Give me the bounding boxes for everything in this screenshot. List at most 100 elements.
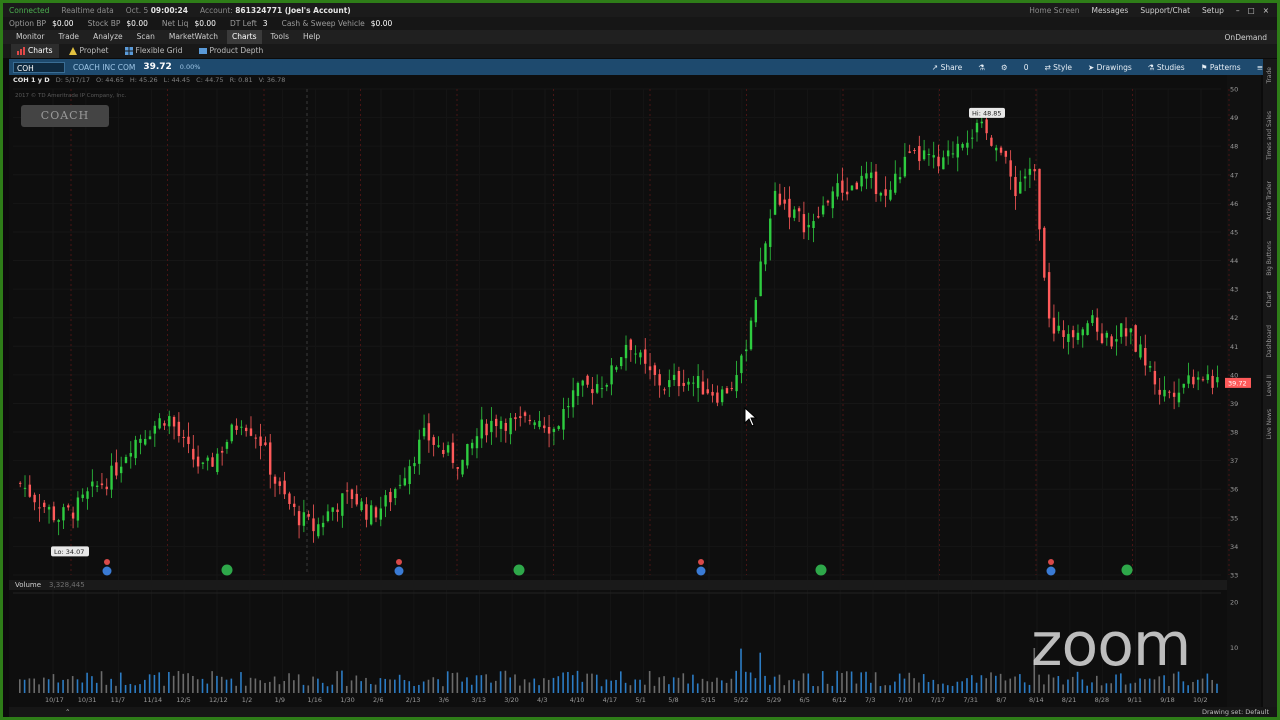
volume-bar bbox=[23, 679, 26, 693]
drawing-set[interactable]: Drawing set: Default bbox=[1202, 708, 1269, 716]
sidebar-live-news[interactable]: Live News bbox=[1266, 409, 1273, 439]
home-screen-link[interactable]: Home Screen bbox=[1029, 6, 1079, 15]
x-tick-label: 6/12 bbox=[832, 696, 847, 704]
volume-bar bbox=[870, 682, 872, 693]
volume-bar bbox=[668, 684, 670, 693]
volume-bar bbox=[970, 675, 973, 693]
sidebar-chart[interactable]: Chart bbox=[1266, 291, 1273, 308]
candle-body bbox=[865, 173, 868, 179]
studies-button[interactable]: ⚗ Studies bbox=[1148, 63, 1185, 72]
volume-bar bbox=[797, 680, 800, 693]
candle-body bbox=[490, 420, 493, 433]
volume-bar bbox=[297, 674, 300, 693]
drawings-button[interactable]: ➤ Drawings bbox=[1088, 63, 1132, 72]
sidebar-active-trader[interactable]: Active Trader bbox=[1266, 181, 1273, 220]
flask-icon[interactable]: ⚗ bbox=[978, 63, 985, 72]
tab-prophet[interactable]: Prophet bbox=[63, 44, 115, 58]
volume-bar bbox=[456, 672, 459, 693]
patterns-button[interactable]: ⚑ Patterns bbox=[1201, 63, 1241, 72]
menu-scan[interactable]: Scan bbox=[132, 30, 160, 44]
menu-help[interactable]: Help bbox=[298, 30, 325, 44]
candle-body bbox=[312, 518, 315, 532]
symbol-input[interactable]: COH bbox=[13, 61, 65, 73]
volume-bar bbox=[793, 679, 795, 693]
candle-body bbox=[523, 412, 527, 416]
candle-body bbox=[543, 425, 546, 429]
candle-body bbox=[644, 349, 647, 364]
tab-charts[interactable]: Charts bbox=[11, 44, 59, 58]
volume-bar bbox=[937, 684, 939, 693]
candle-body bbox=[624, 344, 628, 359]
sidebar-trade[interactable]: Trade bbox=[1266, 67, 1273, 83]
messages-button[interactable]: Messages bbox=[1092, 6, 1129, 15]
close-icon[interactable]: × bbox=[1263, 6, 1269, 15]
tab-product-depth[interactable]: Product Depth bbox=[193, 44, 270, 58]
sidebar-big-buttons[interactable]: Big Buttons bbox=[1266, 241, 1273, 276]
candle-body bbox=[528, 419, 532, 422]
menu-monitor[interactable]: Monitor bbox=[11, 30, 50, 44]
support-chat-button[interactable]: Support/Chat bbox=[1140, 6, 1190, 15]
y-tick-label: 41 bbox=[1230, 343, 1238, 351]
x-tick-label: 7/3 bbox=[865, 696, 875, 704]
volume-bar bbox=[475, 675, 478, 693]
volume-bar bbox=[538, 685, 540, 693]
menu-tools[interactable]: Tools bbox=[266, 30, 294, 44]
candle-body bbox=[879, 192, 883, 196]
volume-bar bbox=[980, 675, 983, 693]
menu-trade[interactable]: Trade bbox=[54, 30, 85, 44]
maximize-icon[interactable]: □ bbox=[1248, 6, 1255, 15]
candle-body bbox=[740, 355, 743, 374]
share-button[interactable]: ↗ Share bbox=[932, 63, 962, 72]
sidebar-times-sales[interactable]: Times and Sales bbox=[1266, 111, 1273, 160]
candle-body bbox=[985, 119, 988, 134]
gear-icon[interactable]: ⚙ bbox=[1001, 63, 1008, 72]
candle-body bbox=[773, 190, 777, 215]
account-info[interactable]: Account: 861324771 (Joel's Account) bbox=[200, 6, 351, 15]
menu-marketwatch[interactable]: MarketWatch bbox=[164, 30, 223, 44]
sidebar-dashboard[interactable]: Dashboard bbox=[1266, 325, 1273, 358]
candle-body bbox=[918, 146, 921, 162]
candle-body bbox=[841, 180, 844, 193]
volume-bar bbox=[946, 685, 949, 693]
x-tick-label: 1/2 bbox=[242, 696, 252, 704]
menu-charts[interactable]: Charts bbox=[227, 30, 262, 44]
zero-button[interactable]: 0 bbox=[1024, 63, 1029, 72]
candle-body bbox=[384, 495, 387, 507]
volume-bar bbox=[134, 685, 136, 693]
volume-bar bbox=[52, 674, 55, 693]
sidebar-level-ii[interactable]: Level II bbox=[1266, 375, 1273, 396]
style-button[interactable]: ⇄ Style bbox=[1044, 63, 1072, 72]
candle-body bbox=[158, 418, 161, 429]
setup-button[interactable]: Setup bbox=[1202, 6, 1224, 15]
candle-body bbox=[514, 417, 517, 420]
candle-body bbox=[47, 506, 51, 510]
volume-bar bbox=[696, 683, 699, 693]
volume-bar bbox=[350, 680, 353, 693]
volume-bar bbox=[706, 681, 709, 693]
dt-left: DT Left 3 bbox=[229, 19, 268, 28]
volume-bar bbox=[177, 671, 180, 693]
candle-body bbox=[201, 462, 205, 464]
candle-body bbox=[788, 198, 791, 218]
volume-bar bbox=[369, 683, 372, 693]
volume-bar bbox=[168, 671, 170, 693]
last-price-badge: 39.72 bbox=[1228, 379, 1247, 387]
candle-body bbox=[658, 374, 661, 386]
minimize-icon[interactable]: – bbox=[1236, 6, 1240, 15]
x-tick-label: 11/14 bbox=[143, 696, 162, 704]
candle-body bbox=[1009, 160, 1012, 177]
candle-body bbox=[903, 156, 907, 177]
candle-body bbox=[581, 380, 584, 386]
expand-icon[interactable]: ⌃ bbox=[65, 708, 70, 716]
volume-bar bbox=[172, 675, 175, 693]
candle-body bbox=[663, 389, 666, 391]
tab-flexible-grid[interactable]: Flexible Grid bbox=[119, 44, 189, 58]
candle-body bbox=[1158, 389, 1161, 395]
x-tick-label: 11/7 bbox=[111, 696, 126, 704]
menu-analyze[interactable]: Analyze bbox=[88, 30, 128, 44]
candle-body bbox=[297, 511, 301, 526]
candle-body bbox=[749, 320, 753, 350]
ondemand-button[interactable]: OnDemand bbox=[1225, 33, 1267, 42]
volume-bar bbox=[490, 682, 492, 693]
volume-bar bbox=[1023, 682, 1026, 693]
